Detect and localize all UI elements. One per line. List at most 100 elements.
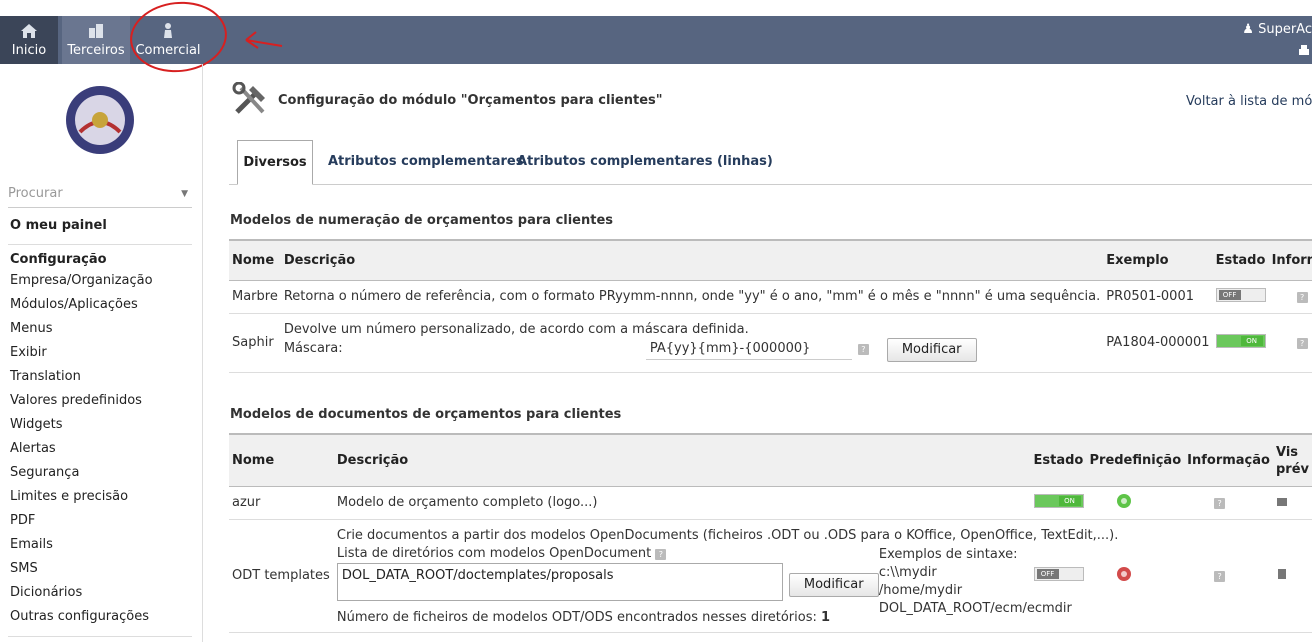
col-nome: Nome <box>229 239 281 281</box>
templates-dir-textarea[interactable]: DOL_DATA_ROOT/doctemplates/proposals <box>336 562 783 601</box>
menu-item-translation[interactable]: Translation <box>10 365 153 389</box>
row-info: ? <box>1184 486 1273 520</box>
row-info: ? <box>1268 280 1312 314</box>
row-state: ON <box>1212 313 1269 373</box>
menu-separator <box>8 244 192 245</box>
row-default <box>1086 486 1185 520</box>
modify-mask-button[interactable]: Modificar <box>886 337 977 362</box>
toggle-off-icon[interactable]: OFF <box>1215 287 1266 302</box>
row-preview <box>1272 486 1312 520</box>
table-row: ODT templates Crie documentos a partir d… <box>229 519 1312 633</box>
tab-atributos[interactable]: Atributos complementares <box>328 140 523 185</box>
menu-item-outras[interactable]: Outras configurações <box>10 605 153 629</box>
col-informacao: Informaç <box>1268 239 1312 281</box>
row-desc: Devolve um número personalizado, de acor… <box>283 321 749 337</box>
menu-my-panel-label: O meu painel <box>10 218 107 233</box>
toggle-off-icon[interactable]: OFF <box>1033 566 1084 581</box>
numbering-section-title: Modelos de numeração de orçamentos para … <box>230 213 614 228</box>
table-row: azur Modelo de orçamento completo (logo.… <box>229 486 1312 520</box>
numbering-table: Nome Descrição Exemplo Estado Informaç M… <box>229 239 1312 373</box>
menu-separator-bottom <box>8 636 192 637</box>
user-icon: ♟ <box>1242 22 1259 37</box>
table-header-row: Nome Descrição Estado Predefinição Infor… <box>229 433 1312 487</box>
col-descricao: Descrição <box>333 433 1031 487</box>
nav-terceiros[interactable]: Terceiros <box>62 16 130 64</box>
menu-item-exibir[interactable]: Exibir <box>10 341 153 365</box>
search-input[interactable]: Procurar ▼ <box>8 184 192 208</box>
toggle-on-icon[interactable]: ON <box>1215 333 1266 348</box>
row-preview <box>1272 519 1312 633</box>
syntax-label: Exemplos de sintaxe: <box>878 546 1018 562</box>
table-header-row: Nome Descrição Exemplo Estado Informaç <box>229 239 1312 281</box>
tools-icon <box>232 82 265 114</box>
syntax-examples: Exemplos de sintaxe: c:\\mydir /home/myd… <box>879 546 1072 618</box>
row-state: OFF <box>1212 280 1269 314</box>
menu-item-pdf[interactable]: PDF <box>10 509 153 533</box>
row-desc: Crie documentos a partir dos modelos Ope… <box>336 527 1119 543</box>
row-desc: Retorna o número de referência, com o fo… <box>280 280 1104 314</box>
mask-input[interactable]: PA{yy}{mm}-{000000} <box>645 337 852 360</box>
menu-item-dicionarios[interactable]: Dicionários <box>10 581 153 605</box>
count-value: 1 <box>821 609 831 625</box>
search-placeholder: Procurar <box>8 186 63 201</box>
row-name: ODT templates <box>229 519 334 633</box>
help-icon[interactable]: ? <box>1296 338 1308 349</box>
menu-configuration: Configuração Empresa/Organização Módulos… <box>10 252 153 629</box>
row-example: PA1804-000001 <box>1103 313 1213 373</box>
menu-item-menus[interactable]: Menus <box>10 317 153 341</box>
row-info: ? <box>1184 519 1273 633</box>
tab-atributos-linhas[interactable]: Atributos complementares (linhas) <box>517 140 773 185</box>
menu-item-emails[interactable]: Emails <box>10 533 153 557</box>
dir-label-row: Lista de diretórios com modelos OpenDocu… <box>336 545 667 561</box>
page-title: Configuração do módulo "Orçamentos para … <box>278 93 663 108</box>
default-on-icon[interactable] <box>1116 493 1131 508</box>
row-state: ON <box>1030 486 1087 520</box>
mask-row: Máscara: PA{yy}{mm}-{000000} ? Modificar <box>284 337 1100 364</box>
col-exemplo: Exemplo <box>1103 239 1213 281</box>
col-descricao: Descrição <box>280 239 1104 281</box>
help-icon[interactable]: ? <box>1214 571 1226 582</box>
menu-item-sms[interactable]: SMS <box>10 557 153 581</box>
preview-icon[interactable] <box>1276 495 1288 507</box>
help-icon[interactable]: ? <box>1296 292 1308 303</box>
nav-terceiros-label: Terceiros <box>67 43 125 58</box>
chevron-down-icon[interactable]: ▼ <box>181 189 188 199</box>
help-icon[interactable]: ? <box>1214 498 1226 509</box>
row-name: Marbre <box>229 280 281 314</box>
back-to-list-link[interactable]: Voltar à lista de módu <box>1186 94 1312 109</box>
menu-item-alertas[interactable]: Alertas <box>10 437 153 461</box>
default-off-icon[interactable] <box>1116 566 1131 581</box>
row-name: azur <box>229 486 334 520</box>
col-estado: Estado <box>1212 239 1269 281</box>
col-estado: Estado <box>1030 433 1087 487</box>
menu-item-modulos[interactable]: Módulos/Aplicações <box>10 293 153 317</box>
modify-dir-button[interactable]: Modificar <box>788 572 879 597</box>
print-icon[interactable] <box>1298 44 1310 58</box>
table-row: Marbre Retorna o número de referência, c… <box>229 280 1312 314</box>
menu-item-empresa[interactable]: Empresa/Organização <box>10 269 153 293</box>
menu-item-limites[interactable]: Limites e precisão <box>10 485 153 509</box>
help-icon[interactable]: ? <box>857 343 869 355</box>
nav-inicio[interactable]: Inicio <box>0 16 58 64</box>
menu-item-seguranca[interactable]: Segurança <box>10 461 153 485</box>
user-name: SuperAc <box>1258 22 1312 37</box>
col-nome: Nome <box>229 433 334 487</box>
help-icon[interactable]: ? <box>655 548 667 560</box>
menu-item-valores[interactable]: Valores predefinidos <box>10 389 153 413</box>
user-menu[interactable]: ♟ SuperAc <box>1242 22 1312 37</box>
count-label: Número de ficheiros de modelos ODT/ODS e… <box>336 609 817 625</box>
toggle-on-icon[interactable]: ON <box>1033 493 1084 508</box>
preview-icon[interactable] <box>1276 568 1288 580</box>
col-preview: Vis prév <box>1272 433 1312 487</box>
table-row: Saphir Devolve um número personalizado, … <box>229 313 1312 373</box>
col-informacao: Informação <box>1184 433 1273 487</box>
dir-label: Lista de diretórios com modelos OpenDocu… <box>336 545 652 561</box>
row-desc-cell: Devolve um número personalizado, de acor… <box>280 313 1104 373</box>
row-info: ? <box>1268 313 1312 373</box>
tab-diversos[interactable]: Diversos <box>237 140 313 185</box>
menu-item-widgets[interactable]: Widgets <box>10 413 153 437</box>
documents-table: Nome Descrição Estado Predefinição Infor… <box>229 433 1312 633</box>
menu-my-panel[interactable]: O meu painel <box>10 218 107 233</box>
annotation-arrow <box>245 31 283 49</box>
menu-config-head[interactable]: Configuração <box>10 252 153 267</box>
